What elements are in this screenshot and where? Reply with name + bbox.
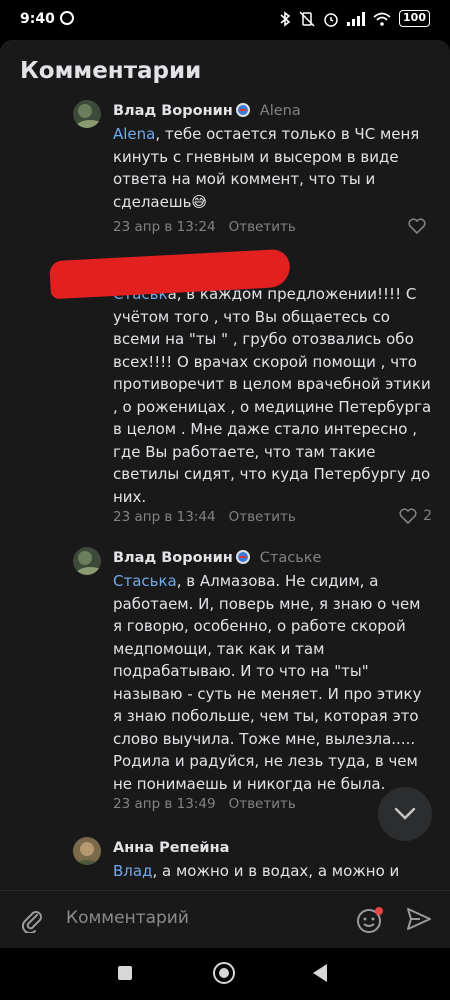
scroll-down-button[interactable] [378,787,432,841]
comment-item: Анна Репейна Влад, а можно и в водах, а … [0,0,450,890]
comment-body: , а можно и в водах, а можно и [152,862,400,880]
send-icon[interactable] [406,906,432,932]
recent-apps-button[interactable] [118,966,132,980]
sticker-icon[interactable] [355,905,385,935]
system-navigation-bar [0,948,450,1000]
avatar[interactable] [73,837,101,865]
chevron-down-icon [394,807,416,820]
back-button[interactable] [313,964,327,982]
home-button[interactable] [213,962,235,984]
comment-text: Влад, а можно и в водах, а можно и [113,860,433,883]
comment-author[interactable]: Анна Репейна [113,840,229,856]
mention-link[interactable]: Влад [113,862,152,880]
paperclip-icon[interactable] [20,907,44,933]
comment-header: Анна Репейна [113,840,229,856]
comment-composer: Комментарий [0,890,450,948]
comment-input[interactable]: Комментарий [66,908,189,928]
